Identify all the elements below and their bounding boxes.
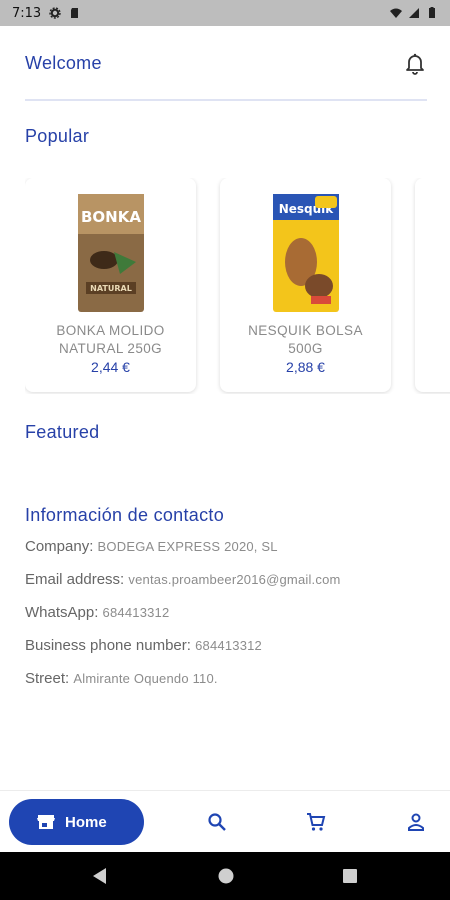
bonka-coffee-image: BONKA NATURAL <box>77 194 144 312</box>
product-price: 2,88 € <box>286 359 325 375</box>
battery-icon <box>429 7 435 18</box>
street-label: Street: <box>25 670 70 687</box>
home-tab-label: Home <box>65 813 107 831</box>
search-icon[interactable] <box>207 812 227 832</box>
popular-heading: Popular <box>25 126 90 146</box>
whatsapp-label: WhatsApp: <box>25 604 99 621</box>
bell-icon[interactable] <box>403 51 427 75</box>
street-value: Almirante Oquendo 110. <box>73 671 218 686</box>
product-name: BONKA MOLIDO NATURAL 250G <box>56 323 165 356</box>
home-tab[interactable]: Home <box>9 799 144 845</box>
contact-whatsapp: WhatsApp: 684413312 <box>25 604 435 637</box>
product-price: 2,44 € <box>91 359 130 375</box>
phone-value[interactable]: 684413312 <box>195 638 262 653</box>
company-value: BODEGA EXPRESS 2020, SL <box>97 539 278 554</box>
status-bar: 7:13 <box>0 0 450 26</box>
contact-street: Street: Almirante Oquendo 110. <box>25 670 435 703</box>
email-label: Email address: <box>25 571 125 588</box>
popular-carousel[interactable]: BONKA NATURAL BONKA MOLIDO NATURAL 250G … <box>25 178 450 394</box>
system-nav-bar <box>0 852 450 900</box>
contact-info: Company: BODEGA EXPRESS 2020, SL Email a… <box>25 538 435 703</box>
product-card[interactable]: C <box>415 178 450 392</box>
nesquik-bag-image: Nesquik <box>272 194 339 312</box>
store-icon <box>37 815 55 829</box>
profile-icon[interactable] <box>406 812 426 832</box>
phone-label: Business phone number: <box>25 637 191 654</box>
company-label: Company: <box>25 538 94 555</box>
contact-email: Email address: ventas.proambeer2016@gmai… <box>25 571 435 604</box>
bottom-nav: Home <box>0 790 450 852</box>
wifi-icon <box>390 8 402 18</box>
app-header: Welcome <box>25 48 427 78</box>
featured-heading: Featured <box>25 422 100 442</box>
email-value[interactable]: ventas.proambeer2016@gmail.com <box>128 572 340 587</box>
home-circle-icon[interactable] <box>217 866 235 886</box>
recents-icon[interactable] <box>341 866 359 886</box>
sd-card-icon <box>71 8 79 18</box>
signal-icon <box>409 8 419 18</box>
product-name: C <box>426 322 450 340</box>
product-card[interactable]: Nesquik NESQUIK BOLSA 500G 2,88 € <box>220 178 391 392</box>
back-icon[interactable] <box>90 866 108 886</box>
contact-company: Company: BODEGA EXPRESS 2020, SL <box>25 538 435 571</box>
svg-text:NATURAL: NATURAL <box>90 284 132 293</box>
settings-icon <box>49 7 61 19</box>
header-divider <box>25 99 427 101</box>
svg-text:BONKA: BONKA <box>81 208 141 226</box>
whatsapp-value[interactable]: 684413312 <box>103 605 170 620</box>
contact-phone: Business phone number: 684413312 <box>25 637 435 670</box>
status-time: 7:13 <box>12 5 42 21</box>
product-name: NESQUIK BOLSA 500G <box>248 323 363 356</box>
product-card[interactable]: BONKA NATURAL BONKA MOLIDO NATURAL 250G … <box>25 178 196 392</box>
contact-heading: Información de contacto <box>25 505 225 525</box>
cart-icon[interactable] <box>306 812 326 832</box>
page-title: Welcome <box>25 52 102 73</box>
